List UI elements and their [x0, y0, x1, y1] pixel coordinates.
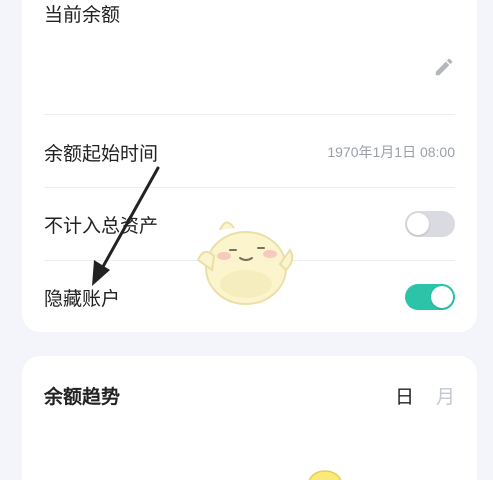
mascot-sticker-icon — [196, 221, 294, 305]
hide-account-toggle[interactable] — [405, 284, 455, 310]
current-balance-label: 当前余额 — [44, 4, 121, 26]
balance-trend-card: 余额趋势 日 月 — [22, 356, 477, 480]
balance-start-time-value: 1970年1月1日 08:00 — [327, 144, 455, 160]
divider — [44, 114, 455, 115]
balance-trend-title: 余额趋势 — [44, 386, 121, 408]
trend-period-tabs: 日 月 — [395, 382, 455, 409]
mascot-sticker-icon — [308, 470, 342, 480]
tab-month[interactable]: 月 — [436, 382, 455, 409]
toggle-knob — [431, 286, 453, 308]
annotation-arrow-icon — [92, 166, 160, 286]
toggle-knob — [407, 213, 429, 235]
pencil-icon[interactable] — [433, 56, 455, 78]
tab-day[interactable]: 日 — [395, 382, 414, 409]
exclude-total-assets-toggle[interactable] — [405, 211, 455, 237]
